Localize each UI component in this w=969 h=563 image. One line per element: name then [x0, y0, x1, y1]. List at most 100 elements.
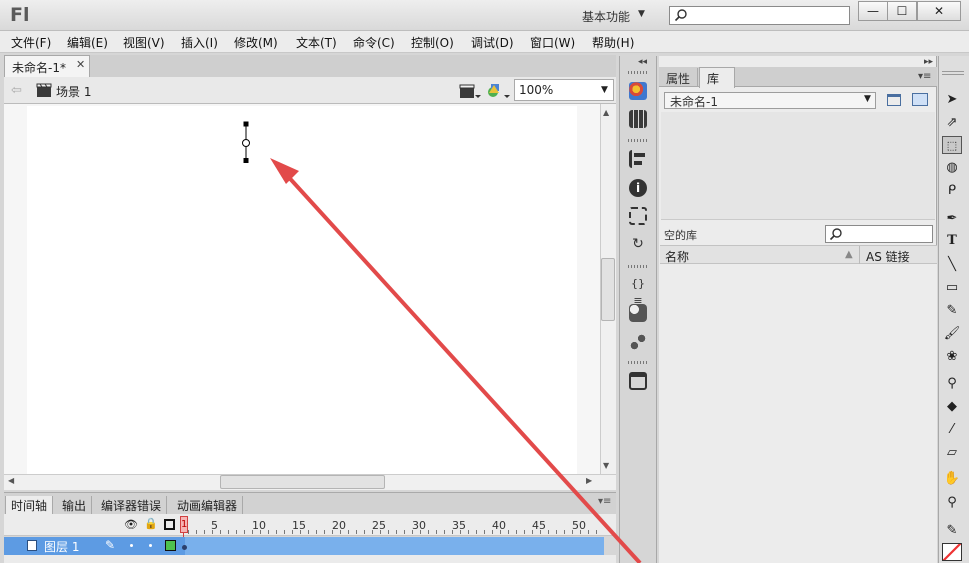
back-arrow-icon[interactable]: ⇦ [11, 83, 22, 98]
pen-tool[interactable]: ✒ [942, 210, 962, 228]
subselection-tool[interactable]: ⇗ [942, 114, 962, 132]
menu-modify[interactable]: 修改(M) [234, 34, 278, 51]
playhead[interactable]: 1 [180, 516, 188, 533]
close-button[interactable]: ✕ [917, 1, 961, 21]
project-panel-icon[interactable] [629, 372, 647, 390]
tab-timeline[interactable]: 时间轴 [5, 496, 54, 514]
column-name[interactable]: 名称 [665, 248, 689, 265]
menu-control[interactable]: 控制(O) [411, 34, 454, 51]
menu-window[interactable]: 窗口(W) [530, 34, 575, 51]
zoom-select[interactable]: 100% [514, 79, 614, 101]
paint-bucket-tool[interactable]: ◆ [942, 398, 962, 416]
layer-frames[interactable] [185, 537, 604, 555]
actions-panel-icon[interactable]: {}≣ [629, 275, 647, 308]
tab-output[interactable]: 输出 [57, 496, 93, 514]
components-panel-icon[interactable] [629, 304, 647, 322]
fill-color-swatch[interactable] [942, 543, 962, 561]
lasso-tool[interactable]: ᑭ [942, 182, 962, 200]
new-library-panel-icon[interactable] [912, 93, 928, 106]
visibility-dot[interactable] [130, 544, 133, 547]
edit-symbols-icon[interactable] [486, 82, 510, 100]
stroke-color-icon[interactable]: ✎ [942, 522, 962, 540]
eye-icon[interactable]: 👁 [124, 518, 138, 531]
transform-panel-icon[interactable] [629, 207, 647, 225]
minimize-button[interactable]: — [858, 1, 888, 21]
library-item-list[interactable] [660, 264, 937, 563]
scene-label: 场景 1 [56, 85, 92, 99]
panel-menu-icon[interactable]: ▾≡ [598, 496, 611, 507]
lock-icon[interactable]: 🔒 [144, 517, 158, 530]
dock-grip[interactable] [628, 265, 648, 268]
zoom-tool[interactable]: ⚲ [942, 494, 962, 512]
line-tool[interactable]: ╲ [942, 256, 962, 274]
close-icon[interactable]: ✕ [76, 58, 85, 71]
menu-edit[interactable]: 编辑(E) [67, 34, 108, 51]
chevron-down-icon[interactable]: ▼ [864, 94, 871, 104]
frame-ruler-ticks [188, 530, 600, 534]
deco-tool[interactable]: ❀ [942, 348, 962, 366]
lock-dot[interactable] [149, 544, 152, 547]
tab-library[interactable]: 库 [699, 67, 735, 88]
menu-debug[interactable]: 调试(D) [471, 34, 514, 51]
pencil-tool[interactable]: ✎ [942, 302, 962, 320]
menu-file[interactable]: 文件(F) [11, 34, 51, 51]
pin-library-icon[interactable] [887, 94, 901, 106]
help-search-input[interactable] [669, 6, 850, 25]
maximize-button[interactable]: ☐ [887, 1, 917, 21]
eyedropper-tool[interactable]: ⁄ [942, 421, 962, 439]
menu-insert[interactable]: 插入(I) [181, 34, 218, 51]
menu-text[interactable]: 文本(T) [296, 34, 337, 51]
text-tool[interactable]: T [942, 232, 962, 250]
sort-up-icon[interactable]: ▲ [845, 249, 853, 260]
chevron-down-icon[interactable]: ▼ [601, 85, 608, 95]
vertical-scroll-thumb[interactable] [601, 258, 615, 321]
scroll-left-icon[interactable]: ◀ [8, 476, 14, 485]
tab-properties[interactable]: 属性 [660, 68, 698, 87]
tab-compiler-errors[interactable]: 编译器错误 [96, 496, 168, 514]
history-panel-icon[interactable]: ↻ [629, 235, 647, 253]
scroll-up-icon[interactable]: ▲ [603, 108, 609, 117]
dock-grip[interactable] [628, 71, 648, 74]
library-preview [661, 112, 935, 220]
align-panel-icon[interactable] [629, 150, 647, 168]
motion-presets-icon[interactable] [629, 333, 647, 351]
bone-tool[interactable]: ⚲ [942, 375, 962, 393]
keyframe-dot[interactable] [182, 545, 187, 550]
swatches-panel-icon[interactable] [629, 110, 647, 128]
menu-view[interactable]: 视图(V) [123, 34, 165, 51]
info-panel-icon[interactable]: i [629, 179, 647, 197]
scroll-down-icon[interactable]: ▼ [603, 461, 609, 470]
layer-name[interactable]: 图层 1 [44, 538, 79, 555]
brush-tool[interactable]: 🖌 [942, 325, 962, 343]
menu-help[interactable]: 帮助(H) [592, 34, 634, 51]
tools-grip[interactable] [942, 71, 964, 75]
scroll-right-icon[interactable]: ▶ [586, 476, 592, 485]
stage-line-object[interactable] [238, 120, 254, 166]
chevron-down-icon[interactable]: ▼ [638, 9, 645, 19]
app-logo: Fl [10, 4, 30, 26]
rectangle-tool[interactable]: ▭ [942, 279, 962, 297]
horizontal-scroll-thumb[interactable] [220, 475, 385, 489]
free-transform-tool[interactable]: ⬚ [942, 136, 962, 154]
column-divider [859, 246, 860, 264]
stage-canvas[interactable] [27, 106, 577, 474]
scene-icon [36, 83, 52, 97]
outline-icon[interactable] [164, 519, 175, 530]
collapse-arrows-icon[interactable]: ◂◂ [638, 57, 647, 67]
column-linkage[interactable]: AS 链接 [866, 248, 910, 265]
dock-grip[interactable] [628, 139, 648, 142]
document-tab-title: 未命名-1* [12, 61, 66, 75]
menu-commands[interactable]: 命令(C) [353, 34, 395, 51]
library-document-select[interactable]: 未命名-1 [664, 92, 876, 109]
3d-rotation-tool[interactable]: ◍ [942, 159, 962, 177]
edit-scene-icon[interactable] [459, 82, 481, 100]
hand-tool[interactable]: ✋ [942, 470, 962, 488]
selection-tool[interactable]: ➤ [942, 91, 962, 109]
color-panel-icon[interactable] [629, 82, 647, 100]
tab-motion-editor[interactable]: 动画编辑器 [172, 496, 244, 514]
panel-menu-icon[interactable]: ▾≡ [918, 71, 931, 82]
expand-arrows-icon[interactable]: ▸▸ [924, 57, 933, 67]
eraser-tool[interactable]: ▱ [942, 444, 962, 462]
layer-outline-color[interactable] [165, 540, 176, 551]
dock-grip[interactable] [628, 361, 648, 364]
